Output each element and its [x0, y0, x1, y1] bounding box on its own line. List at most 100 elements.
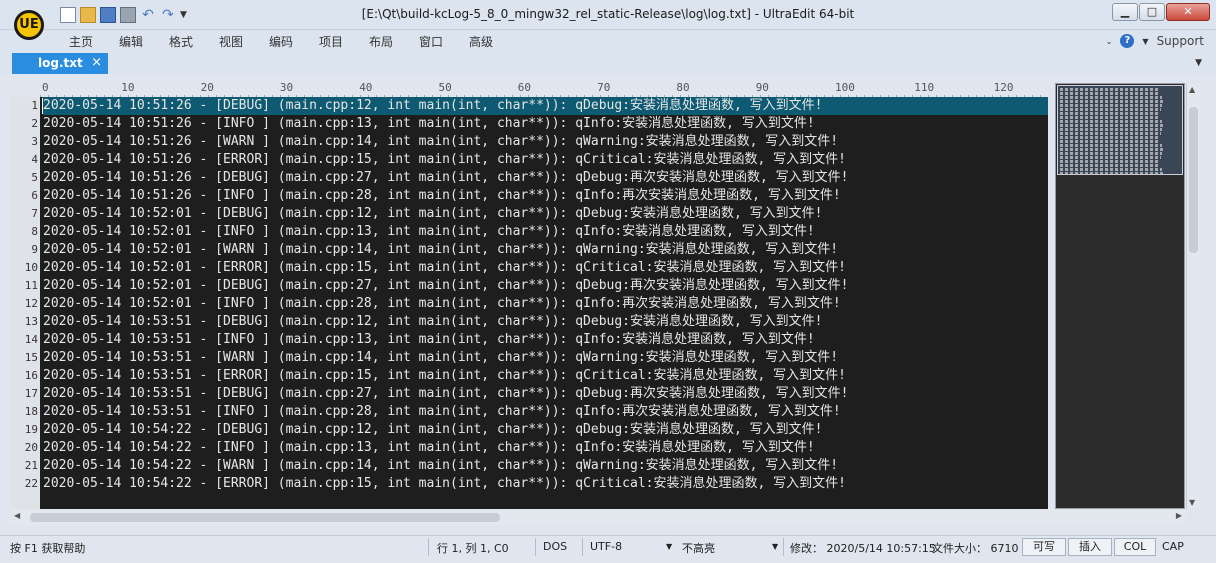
editor-line[interactable]: 1 2020-05-14 10:51:26 - [DEBUG] (main.cpp…: [10, 97, 1048, 115]
minimap-line: [1060, 172, 1164, 175]
editor-line[interactable]: 22 2020-05-14 10:54:22 - [ERROR] (main.cp…: [10, 475, 1048, 493]
status-divider: [535, 538, 536, 556]
line-text: 2020-05-14 10:52:01 - [INFO ] (main.cpp:…: [43, 296, 841, 311]
editor-area[interactable]: 1 2020-05-14 10:51:26 - [DEBUG] (main.cpp…: [10, 97, 1048, 509]
line-number: 20: [24, 441, 38, 454]
ruler-tick-label: 100: [835, 81, 855, 94]
help-icon[interactable]: ?: [1120, 34, 1135, 48]
line-number: 21: [24, 459, 38, 472]
editor-lines: 1 2020-05-14 10:51:26 - [DEBUG] (main.cpp…: [10, 97, 1048, 493]
line-number: 8: [31, 225, 38, 238]
line-number: 10: [24, 261, 38, 274]
editor-line[interactable]: 7 2020-05-14 10:52:01 - [DEBUG] (main.cpp…: [10, 205, 1048, 223]
vertical-scrollbar[interactable]: ▲ ▼: [1186, 83, 1200, 509]
editor-line[interactable]: 8 2020-05-14 10:52:01 - [INFO ] (main.cpp…: [10, 223, 1048, 241]
minimap-line: [1060, 92, 1159, 95]
menu-project[interactable]: 项目: [306, 33, 356, 50]
menu-edit[interactable]: 编辑: [106, 33, 156, 50]
editor-line[interactable]: 2 2020-05-14 10:51:26 - [INFO ] (main.cpp…: [10, 115, 1048, 133]
vertical-scroll-thumb[interactable]: [1189, 107, 1198, 253]
encoding-dropdown-icon[interactable]: ▼: [666, 542, 672, 551]
close-button[interactable]: ✕: [1166, 3, 1210, 21]
minimap-line: [1060, 120, 1163, 123]
line-number: 11: [24, 279, 38, 292]
editor-line[interactable]: 4 2020-05-14 10:51:26 - [ERROR] (main.cpp…: [10, 151, 1048, 169]
editor-line[interactable]: 17 2020-05-14 10:53:51 - [DEBUG] (main.cp…: [10, 385, 1048, 403]
editor-line[interactable]: 3 2020-05-14 10:51:26 - [WARN ] (main.cpp…: [10, 133, 1048, 151]
line-text: 2020-05-14 10:54:22 - [DEBUG] (main.cpp:…: [43, 422, 823, 437]
support-menu[interactable]: Support: [1157, 34, 1204, 48]
line-text: 2020-05-14 10:51:26 - [INFO ] (main.cpp:…: [43, 116, 815, 131]
status-encoding[interactable]: UTF-8: [590, 540, 622, 553]
status-file-size: 文件大小： 6710: [932, 542, 1019, 555]
ruler-tick-label: 90: [755, 81, 769, 94]
editor-line[interactable]: 15 2020-05-14 10:53:51 - [WARN ] (main.cp…: [10, 349, 1048, 367]
scroll-up-icon[interactable]: ▲: [1189, 85, 1195, 94]
tab-close-icon[interactable]: ×: [91, 53, 102, 73]
scroll-down-icon[interactable]: ▼: [1189, 498, 1195, 507]
editor-line[interactable]: 11 2020-05-14 10:52:01 - [DEBUG] (main.cp…: [10, 277, 1048, 295]
line-number: 22: [24, 477, 38, 490]
line-number: 5: [31, 171, 38, 184]
maximize-button[interactable]: □: [1139, 3, 1165, 21]
editor-line[interactable]: 18 2020-05-14 10:53:51 - [INFO ] (main.cp…: [10, 403, 1048, 421]
ruler-tick-label: 50: [438, 81, 452, 94]
ribbon-collapse-icon[interactable]: ⌄: [1106, 37, 1113, 46]
ruler-tick-label: 40: [359, 81, 373, 94]
menu-advanced[interactable]: 高级: [456, 33, 506, 50]
line-text: 2020-05-14 10:53:51 - [WARN ] (main.cpp:…: [43, 350, 839, 365]
line-text: 2020-05-14 10:53:51 - [ERROR] (main.cpp:…: [43, 368, 846, 383]
line-text: 2020-05-14 10:53:51 - [INFO ] (main.cpp:…: [43, 404, 841, 419]
status-highlight-mode[interactable]: 不高亮: [682, 540, 715, 556]
line-text: 2020-05-14 10:51:26 - [ERROR] (main.cpp:…: [43, 152, 846, 167]
title-bar: ↶ ↷ ▼ [E:\Qt\build-kcLog-5_8_0_mingw32_r…: [0, 0, 1216, 30]
app-logo-icon[interactable]: UE: [14, 10, 44, 40]
insert-mode-toggle[interactable]: 插入: [1068, 538, 1112, 556]
editor-line[interactable]: 16 2020-05-14 10:53:51 - [ERROR] (main.cp…: [10, 367, 1048, 385]
status-divider: [582, 538, 583, 556]
editor-line[interactable]: 19 2020-05-14 10:54:22 - [DEBUG] (main.cp…: [10, 421, 1048, 439]
horizontal-scrollbar[interactable]: ◀ ▶: [10, 509, 1186, 525]
editor-line[interactable]: 20 2020-05-14 10:54:22 - [INFO ] (main.cp…: [10, 439, 1048, 457]
scroll-right-icon[interactable]: ▶: [1176, 511, 1182, 520]
editor-line[interactable]: 13 2020-05-14 10:53:51 - [DEBUG] (main.cp…: [10, 313, 1048, 331]
line-text: 2020-05-14 10:51:26 - [INFO ] (main.cpp:…: [43, 188, 841, 203]
menu-view[interactable]: 视图: [206, 33, 256, 50]
caps-lock-indicator: CAP: [1162, 540, 1184, 553]
highlight-dropdown-icon[interactable]: ▼: [772, 542, 778, 551]
help-dropdown-icon[interactable]: ▼: [1142, 37, 1148, 46]
scroll-left-icon[interactable]: ◀: [14, 511, 20, 520]
horizontal-scroll-thumb[interactable]: [30, 513, 500, 522]
line-text: 2020-05-14 10:53:51 - [DEBUG] (main.cpp:…: [43, 386, 849, 401]
tab-list-dropdown-icon[interactable]: ▼: [1195, 58, 1202, 68]
editor-line[interactable]: 21 2020-05-14 10:54:22 - [WARN ] (main.cp…: [10, 457, 1048, 475]
minimap-line: [1060, 124, 1164, 127]
tab-log-txt[interactable]: log.txt ×: [12, 53, 108, 74]
editor-line[interactable]: 9 2020-05-14 10:52:01 - [WARN ] (main.cpp…: [10, 241, 1048, 259]
minimap[interactable]: [1055, 83, 1185, 509]
minimap-line: [1060, 152, 1163, 155]
minimize-button[interactable]: ▁: [1112, 3, 1138, 21]
minimap-line: [1060, 104, 1163, 107]
editor-line[interactable]: 6 2020-05-14 10:51:26 - [INFO ] (main.cpp…: [10, 187, 1048, 205]
editor-line[interactable]: 12 2020-05-14 10:52:01 - [INFO ] (main.cp…: [10, 295, 1048, 313]
editor-line[interactable]: 14 2020-05-14 10:53:51 - [INFO ] (main.cp…: [10, 331, 1048, 349]
menu-home[interactable]: 主页: [56, 33, 106, 50]
editor-line[interactable]: 10 2020-05-14 10:52:01 - [ERROR] (main.cp…: [10, 259, 1048, 277]
status-cursor-position[interactable]: 行 1, 列 1, C0: [437, 540, 509, 556]
menu-encoding[interactable]: 编码: [256, 33, 306, 50]
menu-window[interactable]: 窗口: [406, 33, 456, 50]
minimap-line: [1060, 108, 1162, 111]
status-line-ending[interactable]: DOS: [543, 540, 567, 553]
writable-toggle[interactable]: 可写: [1022, 538, 1066, 556]
minimap-line: [1060, 140, 1159, 143]
line-number: 4: [31, 153, 38, 166]
status-bar: 按 F1 获取帮助 行 1, 列 1, C0 DOS UTF-8 ▼ 不高亮 ▼…: [0, 535, 1216, 557]
minimap-line: [1060, 132, 1162, 135]
col-mode-toggle[interactable]: COL: [1114, 538, 1156, 556]
minimap-line: [1060, 164, 1159, 167]
menu-layout[interactable]: 布局: [356, 33, 406, 50]
minimap-line: [1060, 148, 1164, 151]
menu-format[interactable]: 格式: [156, 33, 206, 50]
editor-line[interactable]: 5 2020-05-14 10:51:26 - [DEBUG] (main.cpp…: [10, 169, 1048, 187]
